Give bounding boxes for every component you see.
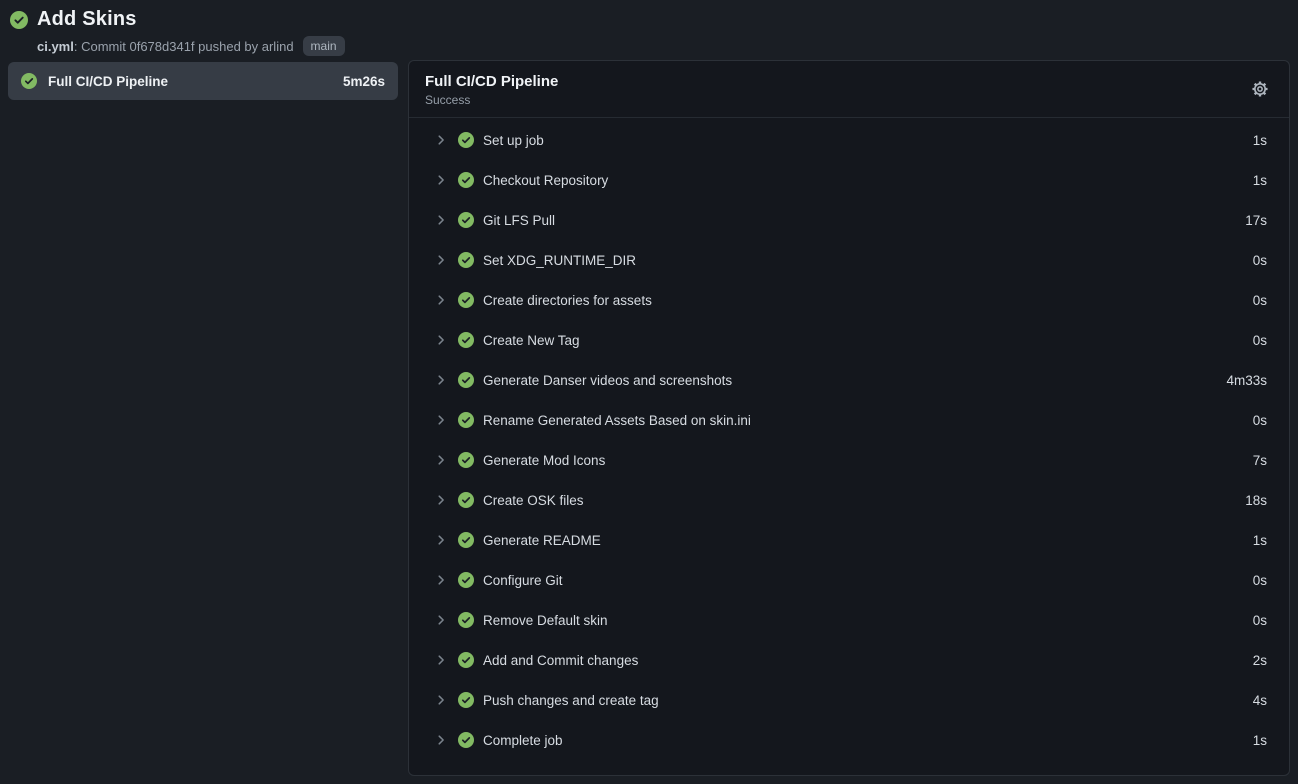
check-circle-icon <box>458 532 474 548</box>
step-name: Create OSK files <box>483 493 584 508</box>
step-name: Set up job <box>483 133 544 148</box>
log-panel-header: Full CI/CD Pipeline Success <box>409 61 1289 118</box>
step-name: Generate Mod Icons <box>483 453 605 468</box>
step-row[interactable]: Push changes and create tag 4s <box>409 680 1289 720</box>
chevron-right-icon <box>434 173 448 187</box>
step-name: Configure Git <box>483 573 563 588</box>
branch-badge: main <box>303 36 345 56</box>
step-name: Generate README <box>483 533 601 548</box>
check-circle-icon <box>458 332 474 348</box>
step-name: Create directories for assets <box>483 293 652 308</box>
step-name: Checkout Repository <box>483 173 608 188</box>
check-circle-icon <box>458 572 474 588</box>
check-circle-icon <box>458 452 474 468</box>
chevron-right-icon <box>434 533 448 547</box>
step-duration: 0s <box>1253 573 1267 588</box>
check-circle-icon <box>458 252 474 268</box>
step-duration: 18s <box>1245 493 1267 508</box>
chevron-right-icon <box>434 413 448 427</box>
step-duration: 17s <box>1245 213 1267 228</box>
step-duration: 4s <box>1253 693 1267 708</box>
step-name: Set XDG_RUNTIME_DIR <box>483 253 636 268</box>
step-duration: 1s <box>1253 533 1267 548</box>
chevron-right-icon <box>434 133 448 147</box>
step-row[interactable]: Add and Commit changes 2s <box>409 640 1289 680</box>
chevron-right-icon <box>434 333 448 347</box>
step-duration: 0s <box>1253 333 1267 348</box>
chevron-right-icon <box>434 613 448 627</box>
job-name: Full CI/CD Pipeline <box>48 74 168 89</box>
job-duration: 5m26s <box>343 74 385 89</box>
step-name: Push changes and create tag <box>483 693 659 708</box>
step-row[interactable]: Set XDG_RUNTIME_DIR 0s <box>409 240 1289 280</box>
check-circle-icon <box>458 292 474 308</box>
check-circle-icon <box>21 73 37 89</box>
step-name: Complete job <box>483 733 563 748</box>
step-duration: 4m33s <box>1226 373 1267 388</box>
step-duration: 0s <box>1253 293 1267 308</box>
chevron-right-icon <box>434 253 448 267</box>
step-duration: 1s <box>1253 133 1267 148</box>
step-name: Remove Default skin <box>483 613 608 628</box>
chevron-right-icon <box>434 573 448 587</box>
step-row[interactable]: Generate Mod Icons 7s <box>409 440 1289 480</box>
step-duration: 1s <box>1253 733 1267 748</box>
step-row[interactable]: Checkout Repository 1s <box>409 160 1289 200</box>
step-row[interactable]: Complete job 1s <box>409 720 1289 760</box>
step-row[interactable]: Rename Generated Assets Based on skin.in… <box>409 400 1289 440</box>
steps-list: Set up job 1s Checkout Repository 1s Git… <box>409 118 1289 775</box>
chevron-right-icon <box>434 693 448 707</box>
check-circle-icon <box>458 692 474 708</box>
chevron-right-icon <box>434 653 448 667</box>
step-row[interactable]: Generate Danser videos and screenshots 4… <box>409 360 1289 400</box>
chevron-right-icon <box>434 213 448 227</box>
check-circle-icon <box>458 492 474 508</box>
step-row[interactable]: Create New Tag 0s <box>409 320 1289 360</box>
step-row[interactable]: Remove Default skin 0s <box>409 600 1289 640</box>
job-log-panel: Full CI/CD Pipeline Success <box>408 60 1290 776</box>
step-row[interactable]: Create directories for assets 0s <box>409 280 1289 320</box>
run-title: Add Skins <box>37 8 137 31</box>
check-circle-icon <box>458 212 474 228</box>
chevron-right-icon <box>434 453 448 467</box>
step-duration: 7s <box>1253 453 1267 468</box>
step-row[interactable]: Set up job 1s <box>409 120 1289 160</box>
run-subtitle: ci.yml: Commit 0f678d341f pushed by arli… <box>37 36 345 56</box>
step-row[interactable]: Generate README 1s <box>409 520 1289 560</box>
step-name: Rename Generated Assets Based on skin.in… <box>483 413 751 428</box>
chevron-right-icon <box>434 733 448 747</box>
chevron-right-icon <box>434 493 448 507</box>
gear-icon <box>1251 80 1269 101</box>
step-row[interactable]: Configure Git 0s <box>409 560 1289 600</box>
chevron-right-icon <box>434 373 448 387</box>
step-name: Add and Commit changes <box>483 653 638 668</box>
commit-text: : Commit 0f678d341f pushed by arlind <box>74 39 294 54</box>
check-circle-icon <box>458 732 474 748</box>
step-duration: 1s <box>1253 173 1267 188</box>
step-row[interactable]: Create OSK files 18s <box>409 480 1289 520</box>
check-circle-icon <box>458 412 474 428</box>
check-circle-icon <box>458 612 474 628</box>
check-circle-icon <box>10 11 28 29</box>
panel-job-status: Success <box>425 93 558 107</box>
check-circle-icon <box>458 652 474 668</box>
step-name: Git LFS Pull <box>483 213 555 228</box>
check-circle-icon <box>458 372 474 388</box>
step-duration: 0s <box>1253 613 1267 628</box>
step-name: Generate Danser videos and screenshots <box>483 373 732 388</box>
step-duration: 0s <box>1253 253 1267 268</box>
step-row[interactable]: Git LFS Pull 17s <box>409 200 1289 240</box>
chevron-right-icon <box>434 293 448 307</box>
step-name: Create New Tag <box>483 333 580 348</box>
check-circle-icon <box>458 172 474 188</box>
run-header: Add Skins ci.yml: Commit 0f678d341f push… <box>10 8 345 56</box>
log-settings-button[interactable] <box>1247 77 1273 103</box>
step-duration: 2s <box>1253 653 1267 668</box>
panel-job-title: Full CI/CD Pipeline <box>425 73 558 90</box>
sidebar-job-item[interactable]: Full CI/CD Pipeline 5m26s <box>8 62 398 100</box>
check-circle-icon <box>458 132 474 148</box>
workflow-file-name: ci.yml <box>37 39 74 54</box>
step-duration: 0s <box>1253 413 1267 428</box>
